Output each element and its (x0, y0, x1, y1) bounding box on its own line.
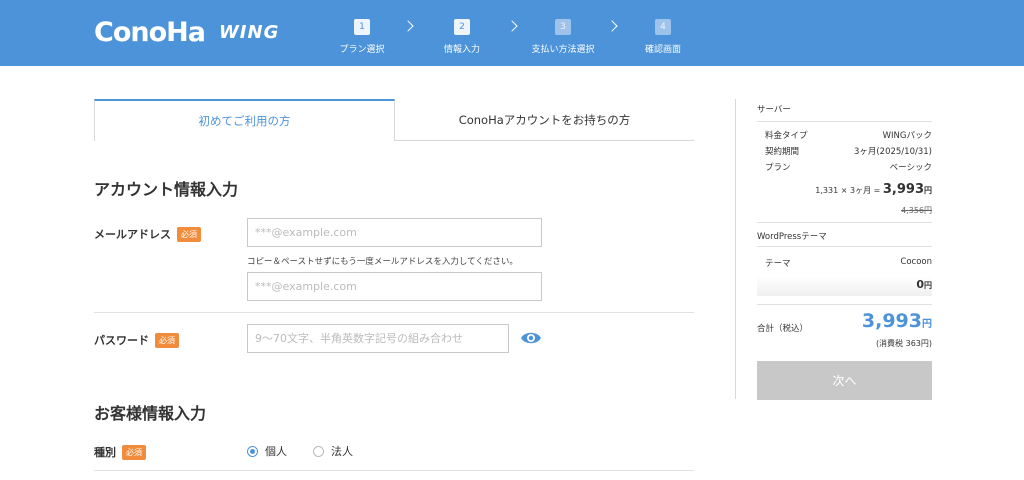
step-2: 2 情報入力 (412, 14, 512, 55)
radio-individual[interactable]: 個人 (247, 443, 287, 459)
price-value: 3,993 (882, 182, 924, 197)
radio-label: 法人 (331, 445, 353, 458)
type-label-text: 種別 (94, 446, 116, 459)
divider (94, 470, 694, 471)
header-bar: ConoHa WING 1 プラン選択 2 情報入力 3 支払い方法選択 4 確… (0, 0, 1024, 66)
total-price: 3,993円 (757, 310, 932, 332)
account-section-title: アカウント情報入力 (94, 180, 239, 199)
conoha-wing-logo[interactable]: ConoHa WING (94, 14, 279, 50)
radio-unchecked-icon (313, 445, 324, 457)
email-label-text: メールアドレス (94, 228, 171, 241)
step-number: 3 (555, 19, 571, 35)
tab-existing-account[interactable]: ConoHaアカウントをお持ちの方 (395, 99, 694, 140)
step-label: 支払い方法選択 (531, 45, 595, 55)
sidebar-divider (735, 99, 736, 399)
divider (757, 246, 932, 247)
required-badge: 必須 (155, 332, 179, 348)
email-confirm-field[interactable] (247, 272, 542, 301)
password-label-text: パスワード (94, 334, 149, 347)
divider (757, 222, 932, 223)
step-label: 確認画面 (644, 45, 681, 55)
step-label: プラン選択 (339, 45, 385, 55)
email-label: メールアドレス 必須 (94, 226, 201, 242)
step-number: 4 (655, 19, 671, 35)
summary-value: Cocoon (900, 257, 932, 267)
summary-key: 契約期間 (765, 147, 800, 157)
customer-type-radio-group: 個人 法人 (247, 443, 379, 459)
summary-value: 3ヶ月(2025/10/31) (853, 147, 932, 157)
yen-unit: 円 (924, 186, 932, 195)
required-badge: 必須 (177, 226, 201, 242)
required-badge: 必須 (122, 444, 146, 460)
wordpress-theme-heading: WordPressテーマ (757, 232, 827, 242)
summary-row-fee-type: 料金タイプ WINGパック (765, 129, 932, 141)
logo-sub-text: WING (218, 21, 280, 43)
step-3: 3 支払い方法選択 (513, 14, 613, 55)
radio-label: 個人 (265, 445, 287, 458)
email-field[interactable] (247, 218, 542, 247)
type-label: 種別 必須 (94, 444, 146, 460)
summary-row-theme: テーマ Cocoon (765, 257, 932, 269)
step-number: 1 (354, 19, 370, 35)
divider (757, 121, 932, 122)
summary-key: テーマ (765, 259, 791, 269)
eye-icon[interactable] (520, 330, 542, 346)
yen-unit: 円 (922, 319, 932, 330)
summary-row-plan: プラン ベーシック (765, 161, 932, 173)
theme-price-value: 0 (916, 278, 924, 291)
step-label: 情報入力 (443, 45, 480, 55)
email-confirm-hint: コピー＆ペーストせずにもう一度メールアドレスを入力してください。 (247, 257, 518, 267)
radio-checked-icon (247, 445, 258, 457)
next-button[interactable]: 次へ (757, 361, 932, 400)
summary-value: ベーシック (889, 163, 932, 173)
step-number: 2 (454, 19, 470, 35)
summary-key: 料金タイプ (765, 131, 808, 141)
divider (757, 304, 932, 305)
account-type-tabs: 初めてご利用の方 ConoHaアカウントをお持ちの方 (94, 99, 694, 141)
step-4: 4 確認画面 (613, 14, 713, 55)
radio-corporate[interactable]: 法人 (313, 443, 353, 459)
step-1: 1 プラン選択 (312, 14, 412, 55)
password-label: パスワード 必須 (94, 332, 179, 348)
summary-value: WINGパック (882, 131, 932, 141)
theme-price: 0円 (757, 278, 932, 291)
divider (94, 312, 694, 313)
customer-section-title: お客様情報入力 (94, 404, 207, 423)
summary-key: プラン (765, 163, 791, 173)
yen-unit: 円 (924, 281, 932, 290)
tab-new-user[interactable]: 初めてご利用の方 (94, 99, 395, 141)
original-price: 4,356円 (901, 206, 932, 215)
summary-row-period: 契約期間 3ヶ月(2025/10/31) (765, 145, 932, 157)
server-price: 1,331 × 3ヶ月 = 3,993円 (757, 182, 932, 197)
tax-note: (消費税 363円) (875, 339, 932, 348)
password-field[interactable] (247, 324, 509, 353)
total-value: 3,993 (861, 310, 922, 332)
logo-main-text: ConoHa (94, 16, 206, 48)
server-heading: サーバー (757, 105, 791, 115)
price-formula: 1,331 × 3ヶ月 = (815, 186, 881, 195)
